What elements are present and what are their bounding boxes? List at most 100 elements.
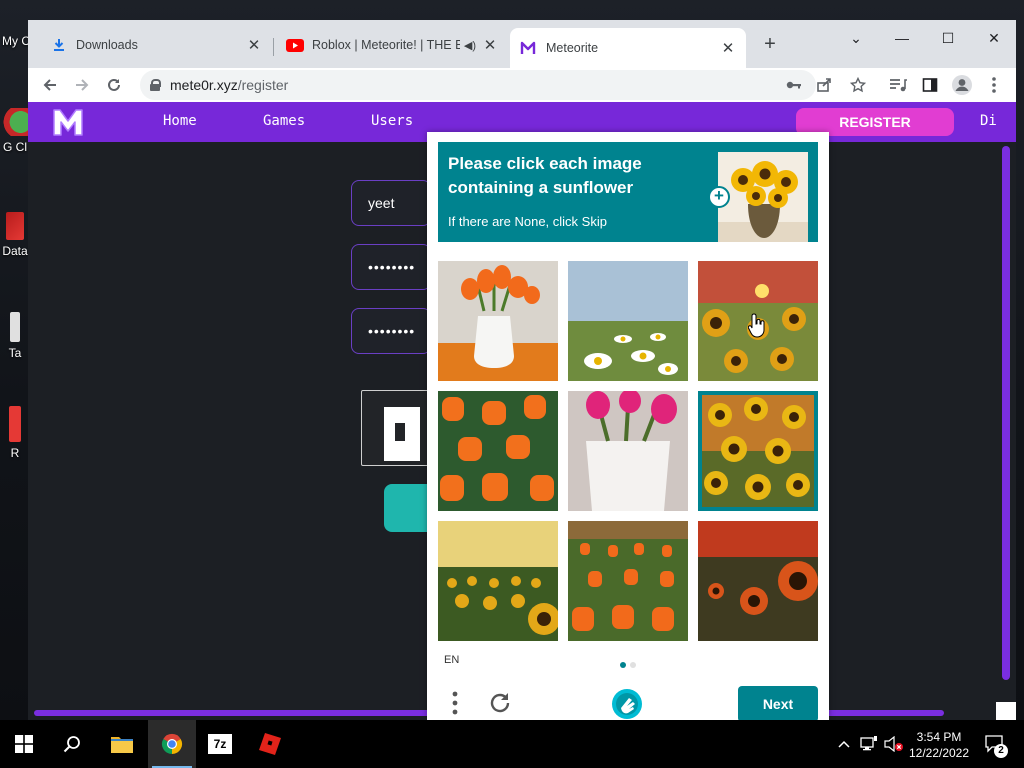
- captcha-next-button[interactable]: Next: [738, 686, 818, 720]
- chrome-shortcut-icon: [1, 108, 29, 136]
- download-icon: [54, 39, 64, 51]
- share-button[interactable]: [810, 71, 838, 99]
- hcaptcha-logo-icon[interactable]: [611, 688, 643, 720]
- nav-truncated-link[interactable]: Di: [980, 113, 997, 129]
- confirm-password-field[interactable]: ••••••••: [351, 308, 431, 354]
- tab-title: Roblox | Meteorite! | THE BE: [312, 38, 460, 52]
- tab-strip: Downloads ✕ Roblox | Meteorite! | THE BE…: [28, 20, 1016, 68]
- meteorite-logo[interactable]: [50, 106, 86, 138]
- action-center-button[interactable]: 2: [982, 720, 1008, 768]
- media-control-button[interactable]: [884, 71, 912, 99]
- reload-button[interactable]: [100, 71, 128, 99]
- browser-window: Downloads ✕ Roblox | Meteorite! | THE BE…: [28, 20, 1016, 720]
- desktop-icon-ta[interactable]: Ta: [0, 312, 30, 360]
- back-button[interactable]: [36, 71, 64, 99]
- language-selector[interactable]: EN: [444, 654, 459, 666]
- forward-arrow-icon: [76, 79, 89, 91]
- forward-button[interactable]: [68, 71, 96, 99]
- start-button[interactable]: [0, 720, 48, 768]
- sunflower-horizon-image: [438, 521, 558, 641]
- address-bar[interactable]: mete0r.xyz/register: [140, 70, 816, 100]
- captcha-refresh-icon[interactable]: [487, 690, 513, 716]
- captcha-menu-icon[interactable]: [451, 690, 459, 716]
- minimize-button[interactable]: —: [882, 24, 922, 52]
- tab-search-button[interactable]: ⌄: [836, 24, 876, 52]
- nav-users-link[interactable]: Users: [371, 113, 413, 129]
- lock-icon[interactable]: [150, 79, 161, 91]
- captcha-prompt-banner: Please click each image containing a sun…: [438, 142, 818, 242]
- meteorite-favicon-icon: [520, 41, 536, 54]
- captcha-image-tulip-rows[interactable]: [568, 521, 688, 641]
- tab-close-button[interactable]: ✕: [246, 36, 262, 54]
- chevron-up-icon: [838, 740, 850, 748]
- system-clock[interactable]: 3:54 PM 12/22/2022: [902, 729, 976, 761]
- youtube-icon: [286, 38, 304, 52]
- desktop-icon-roblox[interactable]: R: [0, 406, 30, 460]
- page-indicator-active: [620, 662, 626, 668]
- side-panel-button[interactable]: [916, 71, 944, 99]
- maximize-button[interactable]: ☐: [928, 24, 968, 52]
- nav-home-link[interactable]: Home: [163, 113, 197, 129]
- taskbar-chrome[interactable]: [148, 720, 196, 768]
- url-path: /register: [237, 77, 289, 93]
- avatar-icon: [952, 75, 972, 95]
- captcha-prompt-subtitle: If there are None, click Skip: [448, 214, 607, 229]
- desktop-icon-label: G Cl: [3, 140, 27, 154]
- key-icon: [786, 81, 801, 89]
- captcha-image-sunflower-field-selected[interactable]: [698, 391, 818, 511]
- search-icon: [63, 736, 80, 753]
- captcha-image-red-sunflowers[interactable]: [698, 521, 818, 641]
- tab-meteorite[interactable]: Meteorite ✕: [510, 28, 746, 68]
- close-window-button[interactable]: ✕: [974, 24, 1014, 52]
- side-panel-icon: [922, 78, 938, 92]
- captcha-prompt-title: Please click each image containing a sun…: [448, 154, 642, 197]
- vertical-scrollbar[interactable]: [1002, 146, 1010, 680]
- desktop-icon-label: Ta: [8, 346, 22, 360]
- example-sunflower-image[interactable]: [718, 152, 808, 242]
- password-field[interactable]: ••••••••: [351, 244, 431, 290]
- tulip-rows-image: [568, 521, 688, 641]
- network-status-button[interactable]: [860, 720, 882, 768]
- page-indicator: [630, 662, 636, 668]
- taskbar-7zip[interactable]: 7z: [196, 720, 244, 768]
- desktop-icon-label: Data: [2, 244, 28, 258]
- captcha-challenge: Please click each image containing a sun…: [427, 132, 829, 720]
- desktop-icon-my-computer[interactable]: My C: [0, 34, 30, 48]
- widget-mark: [384, 407, 420, 461]
- data-shortcut-icon: [6, 212, 24, 240]
- tab-close-button[interactable]: ✕: [482, 36, 498, 54]
- password-key-button[interactable]: [780, 71, 808, 99]
- taskbar-file-explorer[interactable]: [98, 720, 146, 768]
- web-page: Home Games Users REGISTER Di yeet ••••••…: [28, 102, 1016, 720]
- daisies-image: [568, 261, 688, 381]
- tab-title: Downloads: [76, 38, 138, 52]
- captcha-image-daisies[interactable]: [568, 261, 688, 381]
- notification-count-badge: 2: [994, 744, 1008, 758]
- desktop-icon-data[interactable]: Data: [0, 212, 30, 258]
- taskbar-roblox[interactable]: [246, 720, 294, 768]
- desktop-icon-google-chrome[interactable]: G Cl: [0, 108, 30, 154]
- captcha-image-pink-tulips-vase[interactable]: [568, 391, 688, 511]
- clock-time: 3:54 PM: [916, 730, 962, 744]
- username-field[interactable]: yeet: [351, 180, 431, 226]
- search-button[interactable]: [48, 720, 96, 768]
- captcha-image-sunflower-horizon[interactable]: [438, 521, 558, 641]
- bookmark-button[interactable]: [844, 71, 872, 99]
- captcha-image-tulip-field[interactable]: [438, 391, 558, 511]
- browser-menu-button[interactable]: [980, 71, 1008, 99]
- kebab-menu-icon: [992, 77, 996, 93]
- hand-cursor-icon: [748, 313, 765, 338]
- taskbar: 7z 3:54 PM 12/22/2022 2: [0, 720, 1024, 768]
- speaker-icon[interactable]: ◀︎): [464, 39, 476, 52]
- show-hidden-icons-button[interactable]: [838, 720, 856, 768]
- scroll-corner: [996, 702, 1016, 720]
- profile-button[interactable]: [948, 71, 976, 99]
- share-icon: [817, 78, 831, 92]
- tab-close-button[interactable]: ✕: [720, 39, 736, 57]
- expand-example-icon[interactable]: +: [708, 186, 730, 208]
- tab-roblox-youtube[interactable]: Roblox | Meteorite! | THE BE ◀︎) ✕: [276, 30, 508, 60]
- captcha-image-tulips-pitcher[interactable]: [438, 261, 558, 381]
- nav-games-link[interactable]: Games: [263, 113, 305, 129]
- tab-downloads[interactable]: Downloads ✕: [42, 30, 272, 60]
- new-tab-button[interactable]: +: [756, 30, 784, 58]
